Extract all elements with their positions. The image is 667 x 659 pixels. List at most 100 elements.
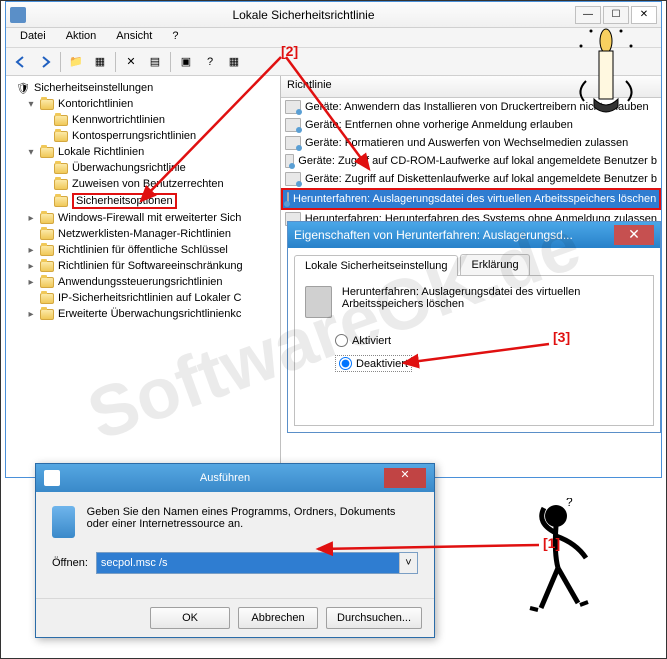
tree-toggle-icon[interactable]: ▾: [26, 147, 36, 158]
tree-toggle-icon[interactable]: [40, 131, 50, 142]
tree-label: Erweiterte Überwachungsrichtlinienkc: [58, 308, 241, 320]
tree-item[interactable]: ▸ Anwendungssteuerungsrichtlinien: [8, 274, 278, 290]
open-input[interactable]: [97, 553, 399, 573]
policy-label: Herunterfahren: Auslagerungsdatei des vi…: [293, 193, 656, 205]
menu-bar: Datei Aktion Ansicht ?: [6, 28, 661, 48]
policy-row[interactable]: Geräte: Formatieren und Auswerfen von We…: [281, 134, 661, 152]
title-bar: Lokale Sicherheitsrichtlinie — ☐ ✕: [6, 2, 661, 28]
menu-help[interactable]: ?: [162, 28, 188, 47]
radio-disabled[interactable]: [339, 357, 352, 370]
candle-icon: [566, 21, 646, 131]
tree-root[interactable]: 🛡 Sicherheitseinstellungen: [8, 80, 278, 96]
policy-icon: [285, 136, 301, 150]
properties-close-button[interactable]: ✕: [614, 225, 654, 245]
tab-local-setting[interactable]: Lokale Sicherheitseinstellung: [294, 255, 458, 276]
tree-label: Richtlinien für Softwareeinschränkung: [58, 260, 243, 272]
tree-item[interactable]: ▸Windows-Firewall mit erweiterter Sich: [8, 210, 278, 226]
menu-file[interactable]: Datei: [10, 28, 56, 47]
policy-icon: [285, 118, 301, 132]
tree-label: Kennwortrichtlinien: [72, 114, 165, 126]
open-combobox[interactable]: ˅: [96, 552, 418, 574]
tree-item[interactable]: ▸ Richtlinien für Softwareeinschränkung: [8, 258, 278, 274]
properties-title-bar: Eigenschaften von Herunterfahren: Auslag…: [288, 222, 660, 248]
tree-toggle-icon[interactable]: [26, 293, 36, 304]
browse-button[interactable]: Durchsuchen...: [326, 607, 422, 629]
policy-label: Geräte: Formatieren und Auswerfen von We…: [305, 137, 628, 149]
policy-label: Geräte: Zugriff auf Diskettenlaufwerke a…: [305, 173, 657, 185]
annotation-2: [2]: [281, 43, 298, 59]
policy-icon: [285, 100, 301, 114]
tree-toggle-icon[interactable]: ▸: [26, 309, 36, 320]
run-dialog: Ausführen ✕ Geben Sie den Namen eines Pr…: [35, 463, 435, 638]
tree-label: Anwendungssteuerungsrichtlinien: [58, 276, 223, 288]
tree-toggle-icon[interactable]: [40, 179, 50, 190]
folder-icon: [39, 259, 55, 273]
delete-button[interactable]: ✕: [120, 51, 142, 73]
policy-icon: [285, 172, 301, 186]
tree-item[interactable]: Kennwortrichtlinien: [8, 112, 278, 128]
folder-icon: [39, 291, 55, 305]
tree-toggle-icon[interactable]: ▸: [26, 261, 36, 272]
tree-item[interactable]: Zuweisen von Benutzerrechten: [8, 176, 278, 192]
tree-toggle-icon[interactable]: [40, 163, 50, 174]
stick-figure-icon: ?: [516, 498, 606, 628]
tree-item[interactable]: ▸ Erweiterte Überwachungsrichtlinienkc: [8, 306, 278, 322]
tree-toggle-icon[interactable]: ▾: [26, 99, 36, 110]
svg-text:?: ?: [566, 498, 573, 509]
export-button[interactable]: ▣: [175, 51, 197, 73]
folder-icon: [39, 307, 55, 321]
tree-item[interactable]: Netzwerklisten-Manager-Richtlinien: [8, 226, 278, 242]
tree-item[interactable]: IP-Sicherheitsrichtlinien auf Lokaler C: [8, 290, 278, 306]
tree-toggle-icon[interactable]: ▸: [26, 213, 36, 224]
up-button[interactable]: 📁: [65, 51, 87, 73]
run-close-button[interactable]: ✕: [384, 468, 426, 488]
back-button[interactable]: [10, 51, 32, 73]
folder-icon: [53, 194, 69, 208]
tree-label: Überwachungsrichtlinie: [72, 162, 186, 174]
tree-pane[interactable]: 🛡 Sicherheitseinstellungen ▾ Kontorichtli…: [6, 76, 281, 475]
tree-label: Kontosperrungsrichtlinien: [72, 130, 196, 142]
ok-button[interactable]: OK: [150, 607, 230, 629]
radio-enabled[interactable]: [335, 334, 348, 347]
tree-item[interactable]: Kontosperrungsrichtlinien: [8, 128, 278, 144]
policy-icon: [287, 192, 289, 206]
combobox-arrow-icon[interactable]: ˅: [399, 553, 417, 573]
tree-toggle-icon[interactable]: [26, 229, 36, 240]
properties-title: Eigenschaften von Herunterfahren: Auslag…: [294, 228, 614, 242]
policy-row[interactable]: Herunterfahren: Auslagerungsdatei des vi…: [281, 188, 661, 210]
tree-item[interactable]: Überwachungsrichtlinie: [8, 160, 278, 176]
tree-item[interactable]: ▾ Lokale Richtlinien: [8, 144, 278, 160]
policy-row[interactable]: Geräte: Zugriff auf Diskettenlaufwerke a…: [281, 170, 661, 188]
tab-explanation[interactable]: Erklärung: [460, 254, 529, 275]
tree-label: Zuweisen von Benutzerrechten: [72, 178, 224, 190]
shield-icon: 🛡: [15, 81, 31, 95]
refresh-button[interactable]: ?: [199, 51, 221, 73]
forward-button[interactable]: [34, 51, 56, 73]
tree-toggle-icon[interactable]: [40, 196, 50, 207]
folder-icon: [39, 243, 55, 257]
tree-label: Kontorichtlinien: [58, 98, 133, 110]
menu-view[interactable]: Ansicht: [106, 28, 162, 47]
annotation-3: [3]: [553, 329, 570, 345]
tree-item[interactable]: Sicherheitsoptionen: [8, 192, 278, 210]
tree-label: Sicherheitsoptionen: [72, 193, 177, 209]
tree-item[interactable]: ▸Richtlinien für öffentliche Schlüssel: [8, 242, 278, 258]
label-disabled: Deaktiviert: [356, 358, 408, 370]
tree-label: Lokale Richtlinien: [58, 146, 144, 158]
policy-icon: [285, 154, 294, 168]
tree-item[interactable]: ▾ Kontorichtlinien: [8, 96, 278, 112]
properties-dialog: Eigenschaften von Herunterfahren: Auslag…: [287, 221, 661, 433]
tree-toggle-icon[interactable]: [40, 115, 50, 126]
tree-toggle-icon[interactable]: ▸: [26, 245, 36, 256]
folder-icon: [39, 275, 55, 289]
policy-icon: [305, 286, 332, 318]
menu-action[interactable]: Aktion: [56, 28, 107, 47]
cancel-button[interactable]: Abbrechen: [238, 607, 318, 629]
policy-row[interactable]: Geräte: Zugriff auf CD-ROM-Laufwerke auf…: [281, 152, 661, 170]
help-button[interactable]: ▦: [223, 51, 245, 73]
run-title-bar: Ausführen ✕: [36, 464, 434, 492]
properties-button[interactable]: ▤: [144, 51, 166, 73]
tree-toggle-icon[interactable]: ▸: [26, 277, 36, 288]
run-title-text: Ausführen: [66, 472, 384, 484]
show-hide-button[interactable]: ▦: [89, 51, 111, 73]
